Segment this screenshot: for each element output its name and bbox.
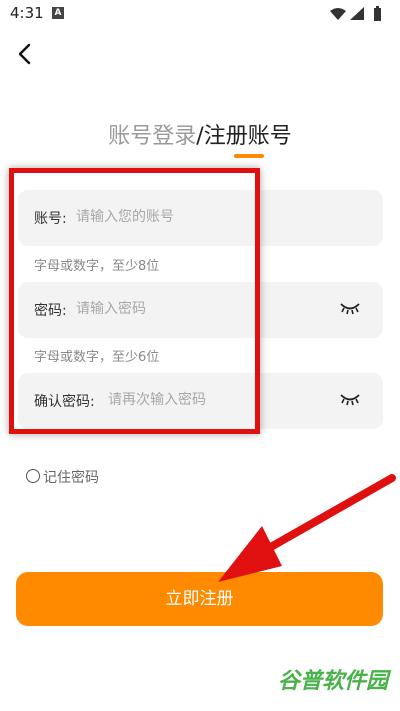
active-tab-indicator <box>234 154 264 158</box>
annotation-highlight-box <box>9 168 260 434</box>
wifi-icon <box>330 8 346 20</box>
remember-label: 记住密码 <box>43 470 99 486</box>
tab-login[interactable]: 账号登录 <box>108 124 196 149</box>
battery-icon <box>374 6 381 21</box>
watermark: 谷普软件园 <box>277 669 388 694</box>
eye-closed-icon[interactable] <box>339 391 361 407</box>
back-arrow-icon[interactable] <box>10 38 42 70</box>
tab-separator: / <box>196 124 204 149</box>
remember-radio[interactable] <box>26 469 40 483</box>
auth-tabs: 账号登录/注册账号 <box>0 118 400 150</box>
signal-icon <box>350 7 364 20</box>
status-icons <box>330 6 381 21</box>
eye-closed-icon[interactable] <box>339 300 361 316</box>
status-bar: 4:31 A <box>0 0 400 28</box>
notification-icon: A <box>52 7 64 19</box>
status-time: 4:31 <box>10 4 44 22</box>
tab-register[interactable]: 注册账号 <box>204 124 292 149</box>
register-button[interactable]: 立即注册 <box>16 572 383 626</box>
